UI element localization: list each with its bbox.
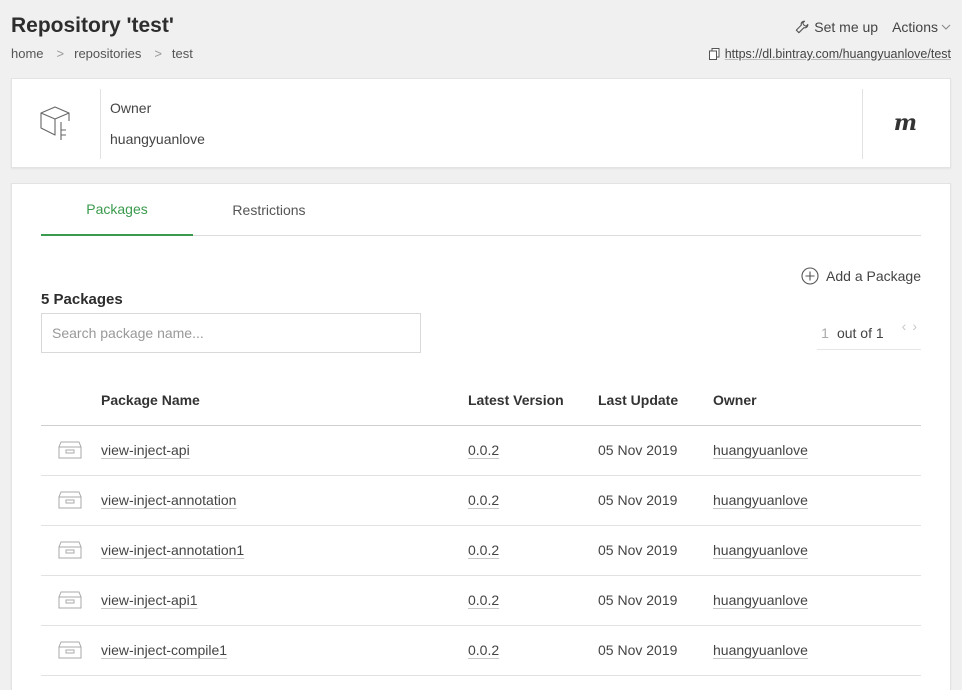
table-row: view-inject-annotation 0.0.2 05 Nov 2019…: [41, 476, 921, 526]
package-count: 5 Packages: [41, 291, 123, 308]
breadcrumb: home > repositories > test: [11, 46, 193, 61]
package-owner-link[interactable]: huangyuanlove: [713, 642, 808, 658]
repo-url-link[interactable]: https://dl.bintray.com/huangyuanlove/tes…: [725, 47, 951, 61]
package-owner-link[interactable]: huangyuanlove: [713, 442, 808, 458]
package-last-update: 05 Nov 2019: [598, 592, 678, 608]
table-row: view-inject-annotation1 0.0.2 05 Nov 201…: [41, 526, 921, 576]
column-package-name[interactable]: Package Name: [101, 392, 200, 408]
owner-label: Owner: [110, 100, 152, 116]
chevron-right-icon[interactable]: ›: [912, 318, 917, 334]
owner-card: Owner huangyuanlove m: [11, 78, 951, 168]
archive-box-icon: [58, 541, 82, 559]
owner-name[interactable]: huangyuanlove: [110, 131, 205, 147]
table-row: view-inject-compile1 0.0.2 05 Nov 2019 h…: [41, 626, 921, 676]
repo-url: https://dl.bintray.com/huangyuanlove/tes…: [708, 47, 951, 61]
column-owner[interactable]: Owner: [713, 392, 757, 408]
package-name-link[interactable]: view-inject-annotation: [101, 492, 236, 508]
package-last-update: 05 Nov 2019: [598, 542, 678, 558]
maven-logo: m: [893, 110, 917, 136]
table-row: view-inject-api 0.0.2 05 Nov 2019 huangy…: [41, 426, 921, 476]
tab-bar: Packages Restrictions: [41, 184, 921, 236]
packages-table: Package Name Latest Version Last Update …: [41, 380, 921, 676]
package-search-input[interactable]: [41, 313, 421, 353]
actions-label: Actions: [892, 19, 938, 35]
add-package-button[interactable]: Add a Package: [801, 267, 921, 285]
pagination: 1 out of 1 ‹ ›: [817, 318, 921, 350]
column-last-update[interactable]: Last Update: [598, 392, 678, 408]
package-version-link[interactable]: 0.0.2: [468, 642, 499, 658]
add-package-label: Add a Package: [826, 268, 921, 284]
archive-box-icon: [58, 441, 82, 459]
chevron-left-icon[interactable]: ‹: [902, 318, 907, 334]
column-latest-version[interactable]: Latest Version: [468, 392, 564, 408]
pager-current-page[interactable]: 1: [821, 325, 829, 341]
package-name-link[interactable]: view-inject-api1: [101, 592, 197, 608]
breadcrumb-separator: >: [154, 46, 162, 61]
package-name-link[interactable]: view-inject-api: [101, 442, 190, 458]
package-name-link[interactable]: view-inject-annotation1: [101, 542, 244, 558]
top-actions: Set me up Actions: [795, 19, 951, 35]
page-title: Repository 'test': [11, 14, 174, 37]
pager-total: out of 1: [836, 325, 884, 341]
table-row: view-inject-api1 0.0.2 05 Nov 2019 huang…: [41, 576, 921, 626]
package-version-link[interactable]: 0.0.2: [468, 492, 499, 508]
breadcrumb-current: test: [171, 46, 193, 61]
archive-box-icon: [58, 641, 82, 659]
breadcrumb-home[interactable]: home: [11, 46, 44, 61]
box-icon: [40, 106, 70, 140]
tab-packages[interactable]: Packages: [41, 184, 193, 236]
logo-divider: [862, 89, 863, 159]
set-me-up-button[interactable]: Set me up: [795, 19, 878, 35]
packages-panel: Packages Restrictions Add a Package 5 Pa…: [11, 183, 951, 690]
table-header: Package Name Latest Version Last Update …: [41, 380, 921, 426]
package-owner-link[interactable]: huangyuanlove: [713, 592, 808, 608]
tab-restrictions[interactable]: Restrictions: [193, 184, 345, 236]
archive-box-icon: [58, 591, 82, 609]
package-name-link[interactable]: view-inject-compile1: [101, 642, 227, 658]
copy-icon[interactable]: [708, 48, 720, 60]
package-last-update: 05 Nov 2019: [598, 642, 678, 658]
set-me-up-label: Set me up: [814, 19, 879, 35]
archive-box-icon: [58, 491, 82, 509]
breadcrumb-repositories[interactable]: repositories: [74, 46, 141, 61]
actions-dropdown[interactable]: Actions: [892, 19, 951, 35]
package-version-link[interactable]: 0.0.2: [468, 542, 499, 558]
package-owner-link[interactable]: huangyuanlove: [713, 492, 808, 508]
page: Repository 'test' home > repositories > …: [0, 0, 962, 690]
package-version-link[interactable]: 0.0.2: [468, 592, 499, 608]
owner-divider: [100, 89, 101, 159]
chevron-down-icon: [941, 24, 951, 30]
plus-circle-icon: [801, 267, 819, 285]
package-owner-link[interactable]: huangyuanlove: [713, 542, 808, 558]
breadcrumb-separator: >: [56, 46, 65, 61]
package-last-update: 05 Nov 2019: [598, 492, 678, 508]
package-version-link[interactable]: 0.0.2: [468, 442, 499, 458]
package-last-update: 05 Nov 2019: [598, 442, 678, 458]
wrench-icon: [796, 20, 809, 34]
